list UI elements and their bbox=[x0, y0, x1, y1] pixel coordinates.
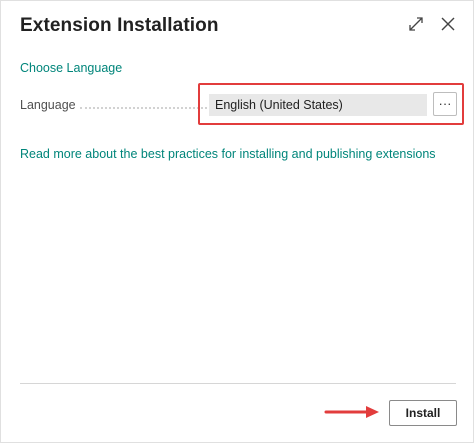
language-input[interactable]: English (United States) bbox=[209, 94, 427, 116]
language-label: Language bbox=[20, 98, 76, 112]
close-icon[interactable] bbox=[439, 15, 457, 33]
extension-installation-dialog: Extension Installation Choose Language L… bbox=[0, 0, 474, 443]
install-button[interactable]: Install bbox=[389, 400, 457, 426]
best-practices-link[interactable]: Read more about the best practices for i… bbox=[20, 147, 436, 161]
language-lookup-button[interactable]: ··· bbox=[433, 92, 457, 116]
choose-language-link[interactable]: Choose Language bbox=[20, 61, 122, 75]
expand-icon[interactable] bbox=[407, 15, 425, 33]
footer-divider bbox=[20, 383, 456, 384]
arrow-annotation-icon bbox=[324, 406, 379, 418]
dialog-header-actions bbox=[407, 15, 457, 33]
label-leader-dots bbox=[80, 107, 215, 109]
dialog-title: Extension Installation bbox=[20, 15, 219, 36]
